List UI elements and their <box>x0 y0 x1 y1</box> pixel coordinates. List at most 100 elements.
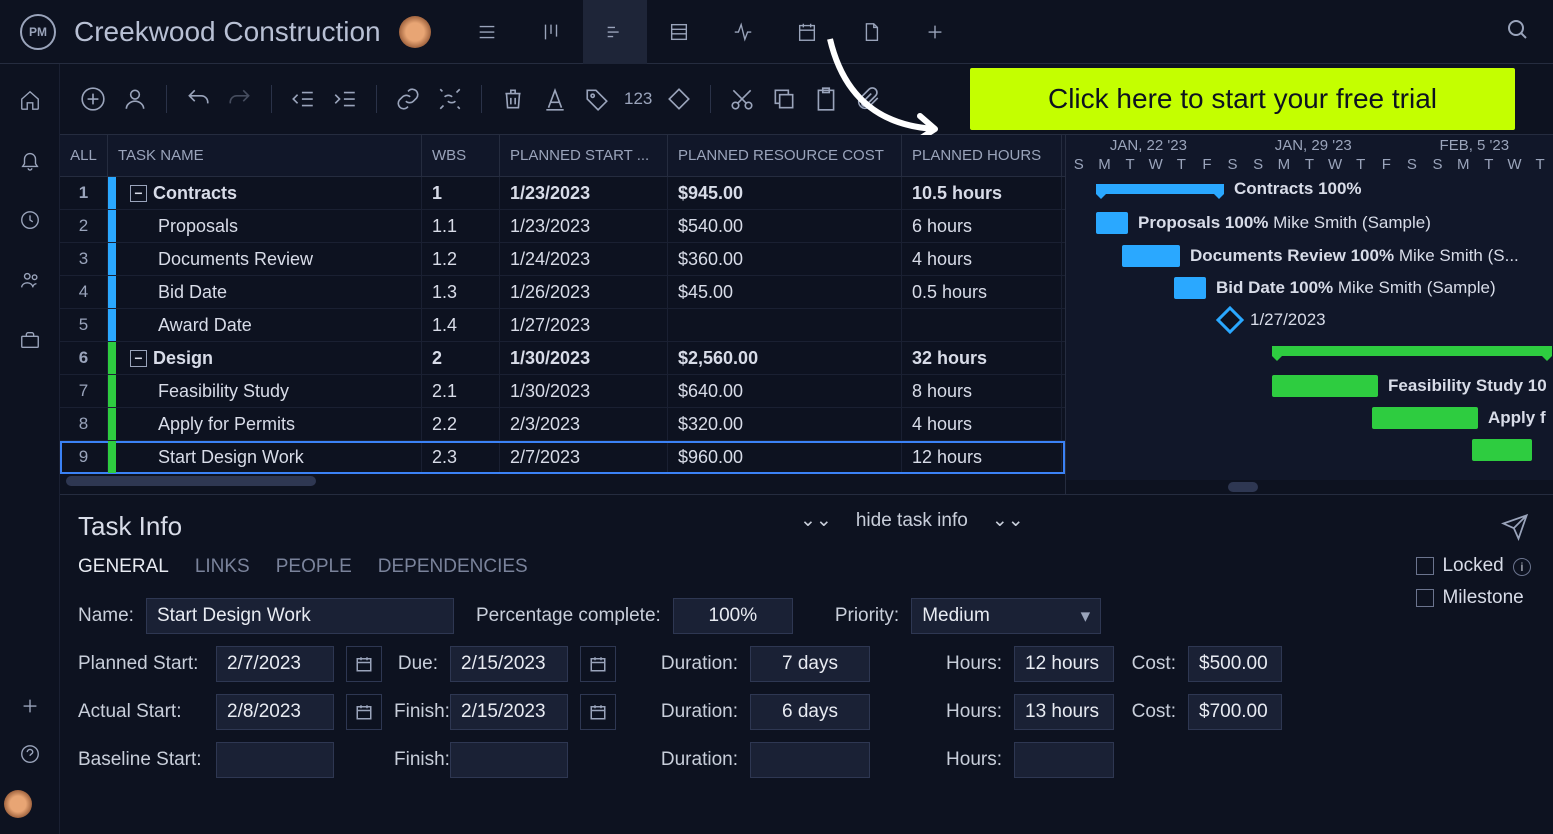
attach-icon[interactable] <box>853 84 883 114</box>
duration2-input[interactable] <box>750 694 870 730</box>
pct-input[interactable] <box>673 598 793 634</box>
gantt-bar[interactable]: Feasibility Study 10 <box>1272 375 1547 397</box>
gantt-h-scrollbar[interactable] <box>1066 480 1553 494</box>
baseline-hours-label: Hours: <box>912 749 1002 771</box>
logo[interactable]: PM <box>20 14 56 50</box>
tab-links[interactable]: LINKS <box>195 556 250 578</box>
calendar-icon[interactable] <box>346 694 382 730</box>
milestone-checkbox[interactable]: Milestone <box>1416 587 1531 609</box>
actual-start-input[interactable] <box>216 694 334 730</box>
paste-icon[interactable] <box>811 84 841 114</box>
add-view-icon[interactable] <box>903 0 967 64</box>
people-icon[interactable] <box>18 268 42 292</box>
table-row[interactable]: 8Apply for Permits2.22/3/2023$320.004 ho… <box>60 408 1065 441</box>
baseline-duration-input[interactable] <box>750 742 870 778</box>
baseline-start-input[interactable] <box>216 742 334 778</box>
indent-icon[interactable] <box>330 84 360 114</box>
calendar-icon[interactable] <box>346 646 382 682</box>
table-row[interactable]: 1−Contracts11/23/2023$945.0010.5 hours <box>60 177 1065 210</box>
finish-input[interactable] <box>450 694 568 730</box>
view-sheet-icon[interactable] <box>647 0 711 64</box>
view-list-icon[interactable] <box>455 0 519 64</box>
table-row[interactable]: 3Documents Review1.21/24/2023$360.004 ho… <box>60 243 1065 276</box>
link-icon[interactable] <box>393 84 423 114</box>
home-icon[interactable] <box>18 88 42 112</box>
col-all[interactable]: ALL <box>60 135 108 176</box>
milestone-icon[interactable] <box>664 84 694 114</box>
tab-dependencies[interactable]: DEPENDENCIES <box>378 556 528 578</box>
baseline-hours-input[interactable] <box>1014 742 1114 778</box>
unlink-icon[interactable] <box>435 84 465 114</box>
duration-input[interactable] <box>750 646 870 682</box>
col-name[interactable]: TASK NAME <box>108 135 422 176</box>
hours2-input[interactable] <box>1014 694 1114 730</box>
text-style-icon[interactable] <box>540 84 570 114</box>
table-row[interactable]: 4Bid Date1.31/26/2023$45.000.5 hours <box>60 276 1065 309</box>
col-cost[interactable]: PLANNED RESOURCE COST <box>668 135 902 176</box>
tab-people[interactable]: PEOPLE <box>276 556 352 578</box>
plus-icon[interactable] <box>18 694 42 718</box>
table-row[interactable]: 6−Design21/30/2023$2,560.0032 hours <box>60 342 1065 375</box>
gantt-bar[interactable] <box>1272 340 1553 362</box>
free-trial-button[interactable]: Click here to start your free trial <box>970 68 1515 130</box>
due-input[interactable] <box>450 646 568 682</box>
col-hours[interactable]: PLANNED HOURS <box>902 135 1062 176</box>
cut-icon[interactable] <box>727 84 757 114</box>
col-wbs[interactable]: WBS <box>422 135 500 176</box>
hide-task-info[interactable]: hide task info <box>856 510 968 532</box>
wbs-toggle[interactable]: 123 <box>624 89 652 109</box>
calendar-icon[interactable] <box>580 694 616 730</box>
gantt-bar[interactable]: Apply f <box>1372 407 1546 429</box>
tab-general[interactable]: GENERAL <box>78 556 169 578</box>
view-gantt-icon[interactable] <box>583 0 647 64</box>
name-input[interactable] <box>146 598 454 634</box>
pct-label: Percentage complete: <box>476 605 661 627</box>
h-scrollbar[interactable] <box>60 474 1065 488</box>
table-row[interactable]: 7Feasibility Study2.11/30/2023$640.008 h… <box>60 375 1065 408</box>
assign-icon[interactable] <box>120 84 150 114</box>
send-icon[interactable] <box>1501 513 1529 546</box>
view-activity-icon[interactable] <box>711 0 775 64</box>
priority-select[interactable]: Medium <box>911 598 1101 634</box>
gantt-chart[interactable]: JAN, 22 '23JAN, 29 '23FEB, 5 '23 SMTWTFS… <box>1065 135 1553 494</box>
delete-icon[interactable] <box>498 84 528 114</box>
gantt-bar[interactable] <box>1472 439 1542 461</box>
chevron-down-icon[interactable]: ⌄⌄ <box>800 509 832 532</box>
gantt-bar[interactable]: Documents Review 100% Mike Smith (S... <box>1122 245 1519 267</box>
view-calendar-icon[interactable] <box>775 0 839 64</box>
tag-icon[interactable] <box>582 84 612 114</box>
calendar-icon[interactable] <box>580 646 616 682</box>
bell-icon[interactable] <box>18 148 42 172</box>
outdent-icon[interactable] <box>288 84 318 114</box>
table-row[interactable]: 5Award Date1.41/27/2023 <box>60 309 1065 342</box>
redo-icon[interactable] <box>225 84 255 114</box>
help-icon[interactable] <box>18 742 42 766</box>
table-row[interactable]: 2Proposals1.11/23/2023$540.006 hours <box>60 210 1065 243</box>
gantt-bar[interactable]: Contracts 100% <box>1096 178 1362 200</box>
gantt-bar[interactable]: Bid Date 100% Mike Smith (Sample) <box>1174 277 1496 299</box>
add-task-icon[interactable] <box>78 84 108 114</box>
baseline-finish-input[interactable] <box>450 742 568 778</box>
project-title[interactable]: Creekwood Construction <box>74 16 381 48</box>
task-grid[interactable]: ALL TASK NAME WBS PLANNED START ... PLAN… <box>60 135 1065 494</box>
table-row[interactable]: 9Start Design Work2.32/7/2023$960.0012 h… <box>60 441 1065 474</box>
view-file-icon[interactable] <box>839 0 903 64</box>
hours-input[interactable] <box>1014 646 1114 682</box>
cost2-input[interactable] <box>1188 694 1282 730</box>
undo-icon[interactable] <box>183 84 213 114</box>
search-icon[interactable] <box>1493 5 1541 58</box>
chevron-down-icon[interactable]: ⌄⌄ <box>992 509 1024 532</box>
planned-start-input[interactable] <box>216 646 334 682</box>
cost-input[interactable] <box>1188 646 1282 682</box>
gantt-bar[interactable]: Proposals 100% Mike Smith (Sample) <box>1096 212 1431 234</box>
col-start[interactable]: PLANNED START ... <box>500 135 668 176</box>
locked-checkbox[interactable]: Locked i <box>1416 555 1531 577</box>
cost2-label: Cost: <box>1126 701 1176 723</box>
clock-icon[interactable] <box>18 208 42 232</box>
gantt-bar[interactable]: 1/27/2023 <box>1220 309 1326 331</box>
copy-icon[interactable] <box>769 84 799 114</box>
user-avatar[interactable] <box>4 790 32 818</box>
briefcase-icon[interactable] <box>18 328 42 352</box>
view-board-icon[interactable] <box>519 0 583 64</box>
avatar[interactable] <box>399 16 431 48</box>
